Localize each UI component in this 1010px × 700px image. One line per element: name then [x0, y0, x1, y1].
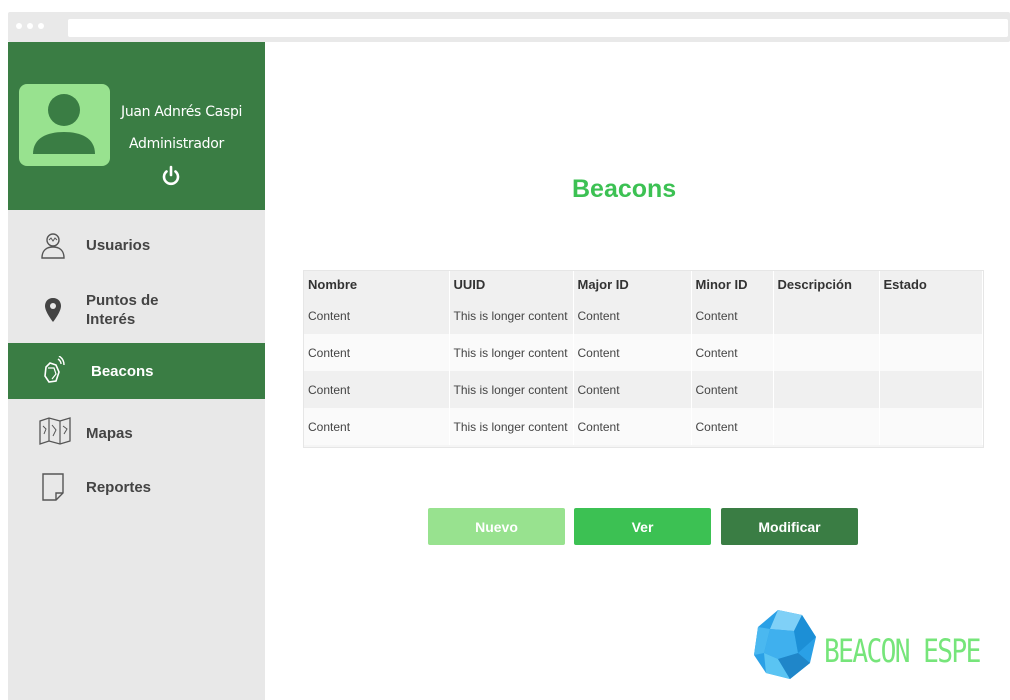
cell-major-id: Content — [573, 371, 692, 408]
cell-uuid: This is longer content — [449, 334, 574, 371]
window-dot — [16, 23, 22, 29]
cell-major-id: Content — [573, 408, 692, 445]
document-icon — [42, 473, 64, 501]
power-icon[interactable] — [159, 164, 183, 188]
column-header-uuid[interactable]: UUID — [449, 271, 574, 297]
column-header-nombre[interactable]: Nombre — [304, 271, 450, 297]
cell-minor-id: Content — [691, 371, 774, 408]
profile-panel: Juan Adnrés Caspi Administrador — [8, 42, 265, 210]
beacon-logo-icon — [754, 610, 816, 679]
table-row[interactable]: Content This is longer content Content C… — [304, 297, 983, 334]
cell-estado — [879, 371, 983, 408]
beacons-table-grid: Nombre UUID Major ID Minor ID Descripció… — [304, 271, 983, 445]
cell-estado — [879, 408, 983, 445]
cell-estado — [879, 334, 983, 371]
location-pin-icon — [45, 298, 61, 322]
sidebar-item-mapas[interactable]: Mapas — [8, 408, 265, 458]
window-dots — [16, 23, 44, 29]
beacons-table: Nombre UUID Major ID Minor ID Descripció… — [303, 270, 984, 448]
brand-name: BEACON ESPE — [824, 632, 981, 670]
column-header-descripcion[interactable]: Descripción — [773, 271, 880, 297]
browser-bar — [8, 12, 1010, 42]
sidebar-item-label: Usuarios — [86, 236, 151, 254]
table-row[interactable]: Content This is longer content Content C… — [304, 408, 983, 445]
sidebar-item-label: Mapas — [86, 424, 133, 442]
user-name: Juan Adnrés Caspi — [121, 104, 243, 120]
cell-minor-id: Content — [691, 408, 774, 445]
view-button[interactable]: Ver — [574, 508, 711, 545]
cell-nombre: Content — [304, 334, 450, 371]
new-button[interactable]: Nuevo — [428, 508, 565, 545]
beacon-icon — [44, 356, 65, 383]
window-dot — [27, 23, 33, 29]
cell-descripcion — [773, 408, 880, 445]
cell-estado — [879, 297, 983, 334]
window-dot — [38, 23, 44, 29]
sidebar-item-label: Reportes — [86, 478, 152, 496]
sidebar-item-beacons[interactable]: Beacons — [8, 343, 265, 399]
sidebar-item-puntos-de-interes[interactable]: Puntos de Interés — [8, 282, 265, 338]
cell-descripcion — [773, 334, 880, 371]
cell-minor-id: Content — [691, 334, 774, 371]
column-header-minor-id[interactable]: Minor ID — [691, 271, 774, 297]
cell-major-id: Content — [573, 297, 692, 334]
cell-minor-id: Content — [691, 297, 774, 334]
cell-nombre: Content — [304, 297, 450, 334]
user-role: Administrador — [129, 136, 224, 152]
cell-nombre: Content — [304, 371, 450, 408]
sidebar-item-label: Beacons — [91, 362, 154, 380]
cell-descripcion — [773, 297, 880, 334]
sidebar-item-label: Puntos de Interés — [86, 292, 159, 328]
table-header-row: Nombre UUID Major ID Minor ID Descripció… — [304, 271, 983, 297]
table-row[interactable]: Content This is longer content Content C… — [304, 371, 983, 408]
avatar-person-icon — [33, 94, 95, 154]
sidebar: Juan Adnrés Caspi Administrador Usuarios… — [8, 42, 265, 700]
address-bar[interactable] — [68, 19, 1008, 37]
user-icon — [41, 233, 65, 259]
cell-uuid: This is longer content — [449, 297, 574, 334]
sidebar-item-usuarios[interactable]: Usuarios — [8, 220, 265, 270]
page-title: Beacons — [572, 175, 677, 203]
column-header-estado[interactable]: Estado — [879, 271, 983, 297]
map-icon — [39, 417, 71, 445]
edit-button[interactable]: Modificar — [721, 508, 858, 545]
cell-nombre: Content — [304, 408, 450, 445]
cell-uuid: This is longer content — [449, 371, 574, 408]
avatar — [19, 84, 110, 166]
sidebar-item-reportes[interactable]: Reportes — [8, 462, 265, 512]
cell-descripcion — [773, 371, 880, 408]
table-row[interactable]: Content This is longer content Content C… — [304, 334, 983, 371]
column-header-major-id[interactable]: Major ID — [573, 271, 692, 297]
cell-uuid: This is longer content — [449, 408, 574, 445]
cell-major-id: Content — [573, 334, 692, 371]
